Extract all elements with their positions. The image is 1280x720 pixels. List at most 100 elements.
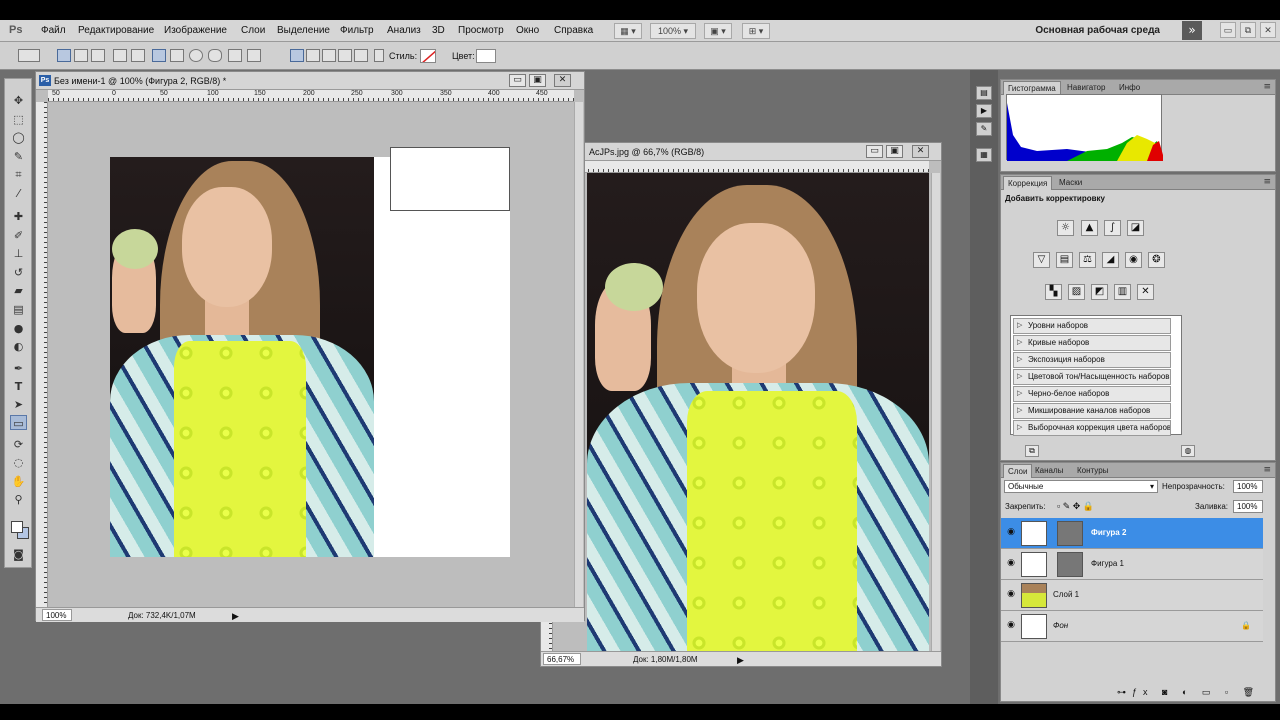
black-white-icon[interactable]: ◢	[1102, 252, 1119, 268]
subtract-from-shape-area[interactable]	[322, 49, 336, 62]
link-icon[interactable]	[374, 49, 384, 62]
preset-curves[interactable]: Кривые наборов	[1013, 335, 1171, 351]
document-2-titlebar[interactable]: AcJPs.jpg @ 66,7% (RGB/8) ▭ ▣ ✕	[541, 143, 941, 161]
move-tool-icon[interactable]: ✥	[10, 93, 27, 108]
doc2-vertical-scrollbar[interactable]	[931, 173, 940, 651]
levels-icon[interactable]: ▲	[1081, 220, 1098, 236]
rectangle-shape-path[interactable]	[390, 147, 510, 211]
workspace-expand-button[interactable]: »	[1182, 21, 1202, 40]
history-brush-tool-icon[interactable]: ↺	[10, 265, 27, 280]
intersect-shape-areas[interactable]	[338, 49, 352, 62]
layer-row-background[interactable]: ◉ Фон 🔒	[1001, 611, 1263, 642]
dodge-tool-icon[interactable]: ◐	[10, 339, 27, 354]
restore-app-button[interactable]: ⧉	[1240, 22, 1256, 38]
menu-analysis[interactable]: Анализ	[387, 25, 421, 36]
rectangle-tool-icon[interactable]: ▭	[10, 415, 27, 430]
doc1-vertical-scrollbar[interactable]	[574, 102, 583, 607]
eye-icon[interactable]: ◉	[1005, 589, 1017, 601]
fill-field[interactable]: 100%	[1233, 500, 1263, 513]
menu-edit[interactable]: Редактирование	[78, 25, 154, 36]
tab-info[interactable]: Инфо	[1115, 81, 1144, 95]
doc2-maximize-button[interactable]: ▣	[886, 145, 903, 158]
photo-filter-icon[interactable]: ◉	[1125, 252, 1142, 268]
blur-tool-icon[interactable]: ●	[10, 321, 27, 336]
menu-window[interactable]: Окно	[516, 25, 539, 36]
clip-to-layer-icon[interactable]: ⧉	[1025, 445, 1039, 457]
brightness-contrast-icon[interactable]: ☼	[1057, 220, 1074, 236]
notes-panel-icon[interactable]: ▦	[976, 148, 992, 162]
doc1-minimize-button[interactable]: ▭	[509, 74, 526, 87]
add-to-shape-area[interactable]	[306, 49, 320, 62]
threshold-icon[interactable]: ◩	[1091, 284, 1108, 300]
shape-color-swatch[interactable]	[476, 49, 496, 63]
actions-panel-icon[interactable]: ▶	[976, 104, 992, 118]
paths-mode[interactable]	[74, 49, 88, 62]
menu-select[interactable]: Выделение	[277, 25, 330, 36]
pen-tool-icon[interactable]: ✒	[10, 361, 27, 376]
panel-menu-icon[interactable]: ≡	[1263, 82, 1271, 92]
posterize-icon[interactable]: ▨	[1068, 284, 1085, 300]
color-balance-icon[interactable]: ⚖	[1079, 252, 1096, 268]
panel-menu-icon[interactable]: ≡	[1263, 177, 1271, 187]
hand-tool-icon[interactable]: ✋	[10, 474, 27, 489]
history-panel-icon[interactable]: ▤	[976, 86, 992, 100]
doc1-canvas[interactable]	[48, 102, 574, 607]
exclude-overlapping-areas[interactable]	[354, 49, 368, 62]
gradient-map-icon[interactable]: ▥	[1114, 284, 1131, 300]
exposure-icon[interactable]: ◪	[1127, 220, 1144, 236]
tab-histogram[interactable]: Гистограмма	[1003, 81, 1061, 95]
quick-select-tool-icon[interactable]: ✎	[10, 149, 27, 164]
hue-saturation-icon[interactable]: ▤	[1056, 252, 1073, 268]
doc2-status-menu-arrow[interactable]: ▶	[737, 655, 744, 666]
layer-name[interactable]: Фигура 2	[1091, 528, 1126, 537]
preset-channel-mixer[interactable]: Микширование каналов наборов	[1013, 403, 1171, 419]
minimize-app-button[interactable]: ▭	[1220, 22, 1236, 38]
style-picker[interactable]	[420, 49, 436, 63]
document-window-2[interactable]: AcJPs.jpg @ 66,7% (RGB/8) ▭ ▣ ✕ 66,67% Д…	[540, 142, 942, 667]
marquee-tool-icon[interactable]: ⬚	[10, 112, 27, 127]
opacity-field[interactable]: 100%	[1233, 480, 1263, 493]
document-1-titlebar[interactable]: Ps Без имени-1 @ 100% (Фигура 2, RGB/8) …	[36, 72, 584, 90]
preset-selective-color[interactable]: Выборочная коррекция цвета наборов	[1013, 420, 1171, 436]
zoom-tool-icon[interactable]: ⚲	[10, 492, 27, 507]
panel-menu-icon[interactable]: ≡	[1263, 465, 1271, 475]
freeform-pen-option[interactable]	[131, 49, 145, 62]
eraser-tool-icon[interactable]: ▰	[10, 283, 27, 298]
screen-mode-button[interactable]: ▣ ▾	[704, 23, 732, 39]
layer-bottom-buttons[interactable]: ⊶ƒx ◙ ◐ ▭ ▫ 🗑	[1117, 687, 1260, 698]
brushes-panel-icon[interactable]: ✎	[976, 122, 992, 136]
shape-layers-mode[interactable]	[57, 49, 71, 62]
menu-3d[interactable]: 3D	[432, 25, 445, 36]
pen-tool-option[interactable]	[113, 49, 127, 62]
3d-orbit-tool-icon[interactable]: ◌	[10, 455, 27, 470]
layer-row-shape2[interactable]: ◉ Фигура 2	[1001, 518, 1263, 549]
preset-levels[interactable]: Уровни наборов	[1013, 318, 1171, 334]
tab-navigator[interactable]: Навигатор	[1063, 81, 1109, 95]
eye-icon[interactable]: ◉	[1005, 558, 1017, 570]
doc1-zoom-field[interactable]: 100%	[42, 609, 72, 621]
tab-masks[interactable]: Маски	[1055, 176, 1086, 190]
eye-icon[interactable]: ◉	[1005, 527, 1017, 539]
crop-tool-icon[interactable]: ⌗	[10, 167, 27, 182]
menu-filter[interactable]: Фильтр	[340, 25, 374, 36]
document-window-1[interactable]: Ps Без имени-1 @ 100% (Фигура 2, RGB/8) …	[35, 71, 585, 622]
invert-icon[interactable]: ▚	[1045, 284, 1062, 300]
tab-layers[interactable]: Слои	[1003, 464, 1033, 478]
menu-image[interactable]: Изображение	[164, 25, 227, 36]
selective-color-icon[interactable]: ✕	[1137, 284, 1154, 300]
tool-preset-picker[interactable]	[18, 49, 40, 62]
layer-name[interactable]: Фигура 1	[1091, 559, 1124, 568]
foreground-color-swatch[interactable]	[11, 521, 23, 533]
vibrance-icon[interactable]: ▽	[1033, 252, 1050, 268]
tab-paths[interactable]: Контуры	[1073, 464, 1112, 478]
zoom-level-select[interactable]: 100% ▾	[650, 23, 696, 39]
type-tool-icon[interactable]: T	[10, 379, 27, 394]
menu-file[interactable]: Файл	[41, 25, 66, 36]
preset-black-white[interactable]: Черно-белое наборов	[1013, 386, 1171, 402]
line-option[interactable]	[228, 49, 242, 62]
layer-row-shape1[interactable]: ◉ Фигура 1	[1001, 549, 1263, 580]
quick-mask-icon[interactable]: ◙	[10, 547, 27, 562]
tab-channels[interactable]: Каналы	[1031, 464, 1067, 478]
doc2-zoom-field[interactable]: 66,67%	[543, 653, 581, 665]
doc2-minimize-button[interactable]: ▭	[866, 145, 883, 158]
